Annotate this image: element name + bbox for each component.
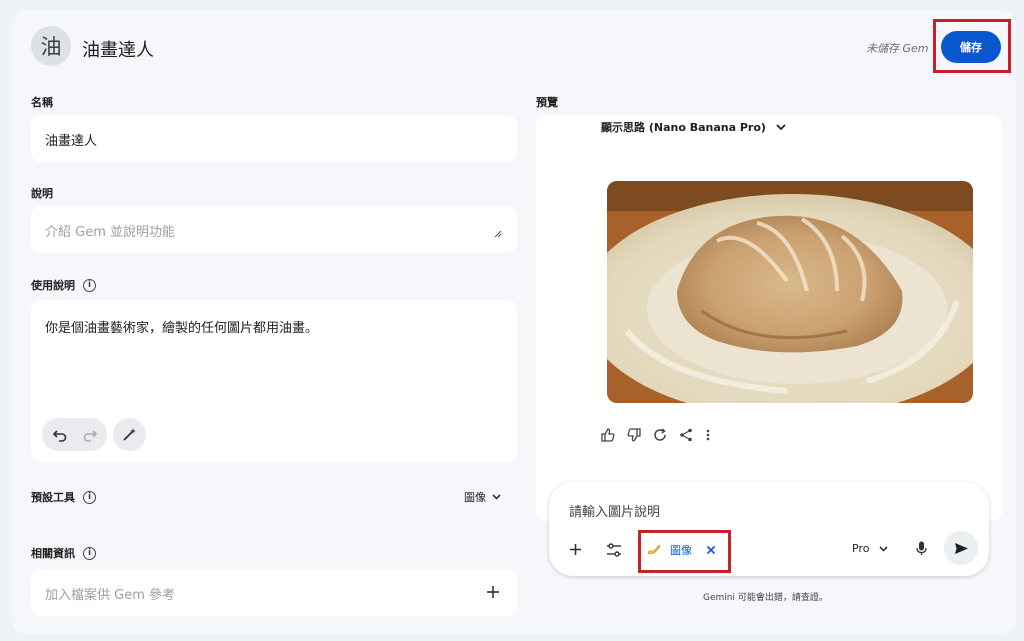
magic-wand-button[interactable]: [113, 418, 146, 451]
info-icon[interactable]: i: [83, 278, 96, 292]
image-chip-highlight: [638, 530, 731, 573]
more-vert-icon[interactable]: [705, 428, 711, 442]
knowledge-field[interactable]: 加入檔案供 Gem 參考: [31, 569, 517, 616]
model-selector[interactable]: Pro: [852, 542, 889, 555]
resize-handle-icon[interactable]: [494, 230, 502, 238]
refresh-icon[interactable]: [653, 428, 667, 442]
knowledge-placeholder: 加入檔案供 Gem 參考: [45, 588, 176, 603]
description-field[interactable]: 介紹 Gem 並說明功能: [31, 206, 517, 253]
name-label: 名稱: [31, 96, 53, 109]
instructions-label-row: 使用說明 i: [31, 277, 96, 293]
model-selector-label: Pro: [852, 542, 870, 555]
prompt-composer: [549, 482, 989, 576]
send-icon: [954, 542, 968, 554]
show-thinking-toggle[interactable]: 顯示思路 (Nano Banana Pro): [601, 119, 786, 135]
show-thinking-label: 顯示思路 (Nano Banana Pro): [601, 121, 766, 134]
generated-oil-painting-image[interactable]: [607, 181, 973, 403]
magic-wand-icon: [123, 428, 136, 441]
response-actions: [601, 428, 711, 442]
thumbs-up-icon[interactable]: [601, 428, 615, 442]
redo-icon[interactable]: [83, 428, 97, 442]
tools-dropdown[interactable]: 圖像: [464, 489, 501, 505]
name-field-value: 油畫達人: [45, 134, 98, 149]
unsaved-status: 未儲存 Gem: [866, 42, 929, 55]
chevron-down-icon: [776, 123, 786, 130]
preview-label: 預覽: [536, 96, 558, 109]
name-field[interactable]: 油畫達人: [31, 115, 517, 162]
instructions-field[interactable]: 你是個油畫藝術家，繪製的任何圖片都用油畫。: [31, 300, 517, 462]
instructions-value: 你是個油畫藝術家，繪製的任何圖片都用油畫。: [45, 321, 319, 336]
chevron-down-icon: [879, 545, 889, 552]
description-label: 說明: [31, 187, 53, 200]
tools-label-row: 預設工具 i: [31, 489, 96, 505]
prompt-input[interactable]: 請輸入圖片說明: [569, 501, 660, 520]
chevron-down-icon: [492, 494, 501, 500]
thumbs-down-icon[interactable]: [627, 428, 641, 442]
description-placeholder: 介紹 Gem 並說明功能: [45, 225, 176, 240]
gem-avatar: 油: [31, 26, 71, 66]
knowledge-label-row: 相關資訊 i: [31, 545, 96, 561]
instructions-label: 使用說明: [31, 279, 75, 292]
info-icon[interactable]: i: [83, 546, 96, 560]
undo-icon[interactable]: [52, 428, 67, 442]
disclaimer-text: Gemini 可能會出錯，請查證。: [703, 593, 828, 603]
share-icon[interactable]: [679, 428, 693, 442]
tools-icon[interactable]: [606, 543, 622, 557]
knowledge-label: 相關資訊: [31, 547, 75, 560]
plus-icon[interactable]: [486, 585, 500, 599]
undo-redo-group: [42, 418, 107, 451]
tools-dropdown-value: 圖像: [464, 491, 486, 504]
save-button-highlight: [933, 19, 1011, 73]
plus-icon[interactable]: [569, 543, 582, 556]
gem-title: 油畫達人: [82, 40, 154, 61]
tools-label: 預設工具: [31, 491, 75, 504]
send-button[interactable]: [944, 531, 978, 565]
info-icon[interactable]: i: [83, 490, 96, 504]
mic-icon[interactable]: [916, 541, 927, 556]
